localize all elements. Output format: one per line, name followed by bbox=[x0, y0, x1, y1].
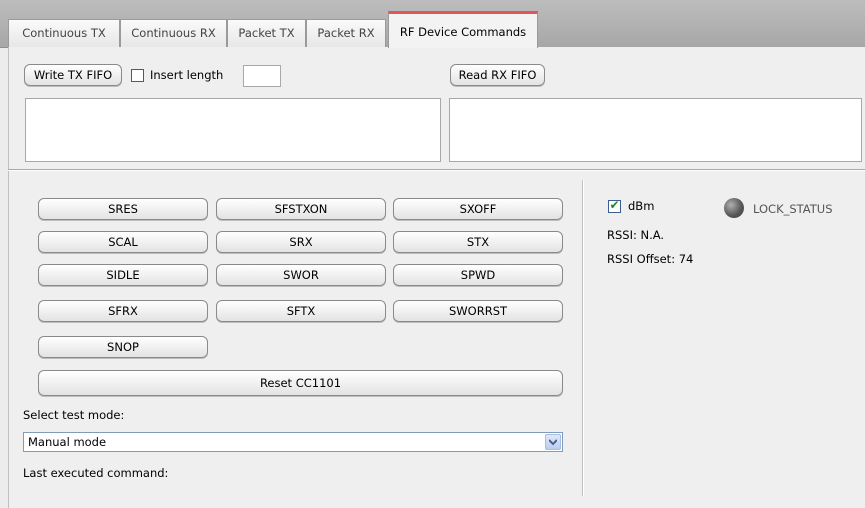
sfstxon-button[interactable]: SFSTXON bbox=[216, 198, 386, 220]
chevron-down-icon[interactable] bbox=[545, 434, 561, 450]
insert-length-checkbox[interactable] bbox=[131, 69, 144, 82]
rx-fifo-textarea[interactable] bbox=[449, 98, 862, 162]
rssi-value: RSSI: N.A. bbox=[607, 228, 665, 242]
scal-button[interactable]: SCAL bbox=[38, 231, 208, 253]
checkmark-icon: ✔ bbox=[609, 198, 620, 212]
test-mode-select[interactable]: Manual mode bbox=[23, 432, 563, 452]
snop-button[interactable]: SNOP bbox=[38, 336, 208, 358]
panel-divider bbox=[582, 180, 584, 496]
sworrst-button[interactable]: SWORRST bbox=[393, 300, 563, 322]
tab-continuous-tx[interactable]: Continuous TX bbox=[8, 19, 120, 47]
section-divider bbox=[8, 169, 865, 171]
lock-status-label: LOCK_STATUS bbox=[753, 202, 833, 216]
read-rx-fifo-button[interactable]: Read RX FIFO bbox=[450, 64, 545, 86]
sidle-button[interactable]: SIDLE bbox=[38, 264, 208, 286]
stx-button[interactable]: STX bbox=[393, 231, 563, 253]
rf-commands-window: Continuous TX Continuous RX Packet TX Pa… bbox=[0, 0, 865, 508]
rssi-offset-value: RSSI Offset: 74 bbox=[607, 252, 694, 266]
sres-button[interactable]: SRES bbox=[38, 198, 208, 220]
tx-fifo-textarea[interactable] bbox=[25, 98, 441, 162]
write-tx-fifo-button[interactable]: Write TX FIFO bbox=[24, 64, 122, 86]
test-mode-selected-value: Manual mode bbox=[28, 435, 107, 449]
select-test-mode-label: Select test mode: bbox=[23, 408, 125, 422]
tab-continuous-rx[interactable]: Continuous RX bbox=[120, 19, 227, 47]
lock-status-indicator-icon bbox=[724, 198, 744, 218]
insert-length-input[interactable] bbox=[243, 65, 281, 87]
sxoff-button[interactable]: SXOFF bbox=[393, 198, 563, 220]
insert-length-label: Insert length bbox=[150, 68, 224, 82]
sftx-button[interactable]: SFTX bbox=[216, 300, 386, 322]
reset-cc1101-button[interactable]: Reset CC1101 bbox=[38, 370, 563, 396]
dbm-checkbox[interactable]: ✔ bbox=[608, 198, 621, 213]
sfrx-button[interactable]: SFRX bbox=[38, 300, 208, 322]
dbm-label: dBm bbox=[628, 199, 655, 213]
srx-button[interactable]: SRX bbox=[216, 231, 386, 253]
swor-button[interactable]: SWOR bbox=[216, 264, 386, 286]
spwd-button[interactable]: SPWD bbox=[393, 264, 563, 286]
tab-bar: Continuous TX Continuous RX Packet TX Pa… bbox=[0, 0, 865, 48]
last-executed-command-label: Last executed command: bbox=[23, 466, 169, 480]
tab-packet-tx[interactable]: Packet TX bbox=[227, 19, 306, 47]
tab-rf-device-commands[interactable]: RF Device Commands bbox=[388, 11, 538, 48]
tab-packet-rx[interactable]: Packet RX bbox=[306, 19, 386, 47]
